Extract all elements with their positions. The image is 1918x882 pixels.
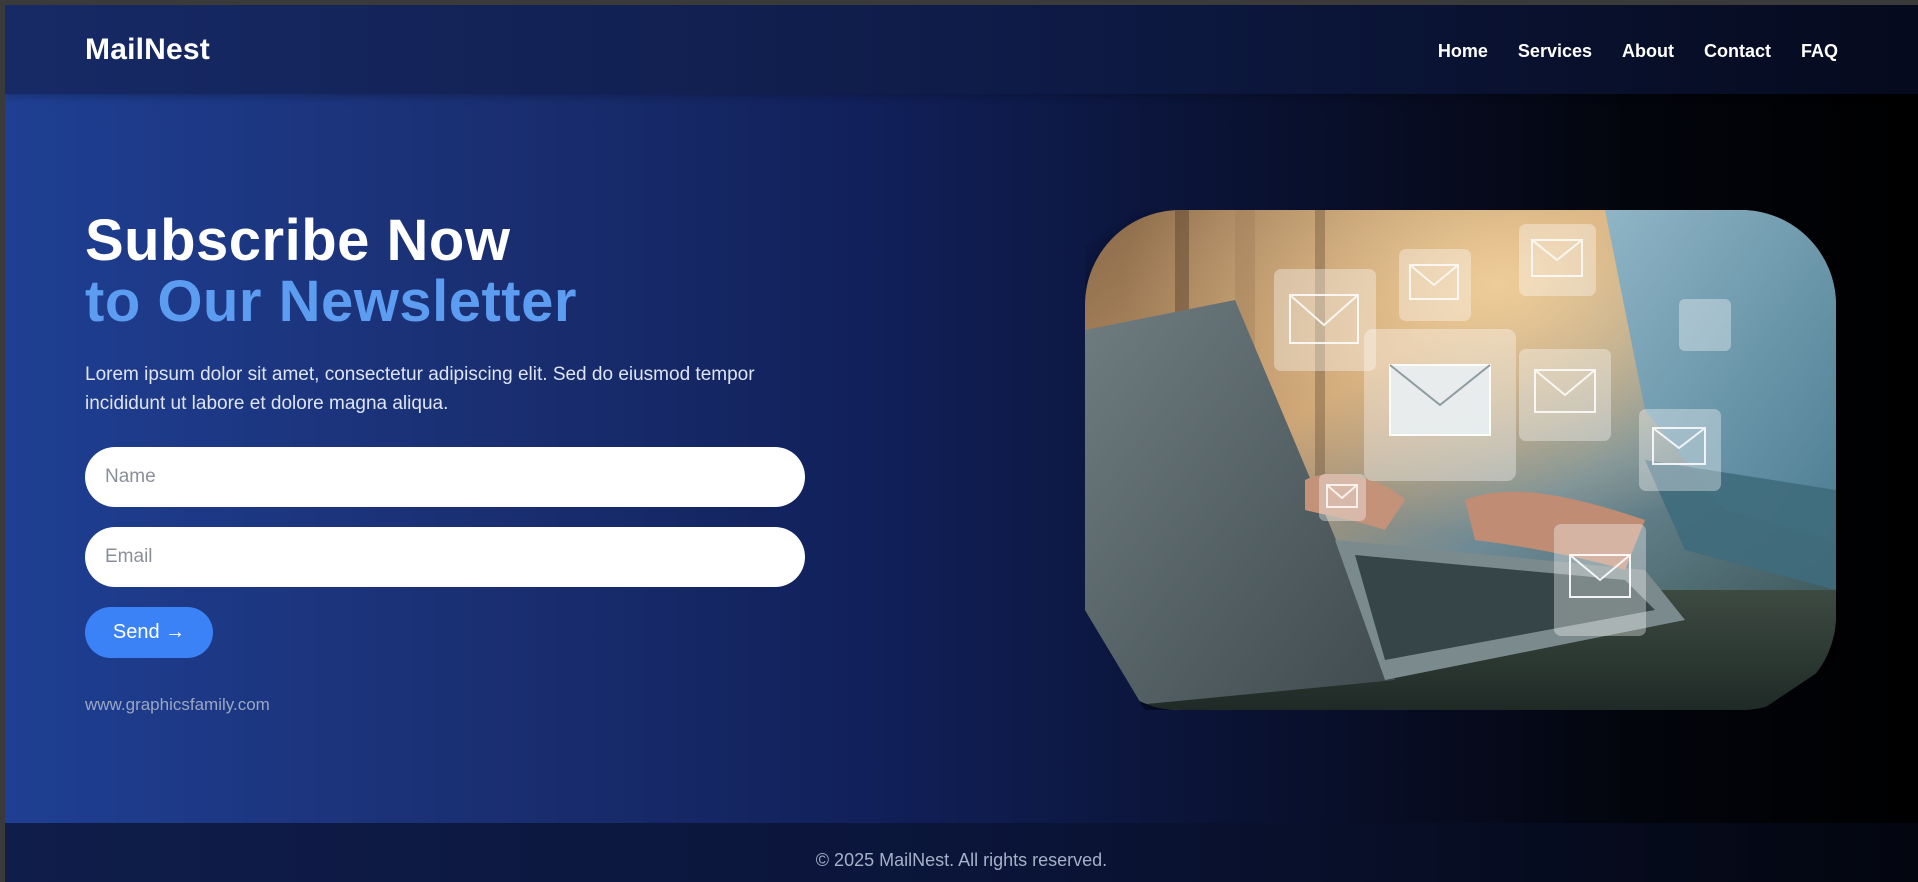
- hero-description: Lorem ipsum dolor sit amet, consectetur …: [85, 364, 755, 414]
- email-input[interactable]: [85, 527, 805, 587]
- nav-link-services[interactable]: Services: [1518, 41, 1592, 62]
- nav-link-contact[interactable]: Contact: [1704, 41, 1771, 62]
- page-footer: © 2025 MailNest. All rights reserved.: [5, 823, 1918, 882]
- hero-title-line-1: Subscribe Now: [85, 208, 511, 273]
- brand-logo[interactable]: MailNest: [85, 33, 210, 67]
- copyright-text: © 2025 MailNest. All rights reserved.: [815, 850, 1108, 870]
- send-button[interactable]: Send →: [85, 607, 213, 658]
- laptop-with-floating-envelopes-image: [1085, 210, 1836, 710]
- name-input[interactable]: [85, 447, 805, 507]
- nav-link-home[interactable]: Home: [1438, 41, 1488, 62]
- credit-link[interactable]: www.graphicsfamily.com: [85, 695, 270, 715]
- nav-link-about[interactable]: About: [1622, 41, 1674, 62]
- hero-title: Subscribe Now to Our Newsletter: [85, 210, 577, 332]
- top-navbar: MailNest Home Services About Contact FAQ: [5, 5, 1918, 94]
- page-frame: MailNest Home Services About Contact FAQ…: [5, 5, 1918, 882]
- nav-link-faq[interactable]: FAQ: [1801, 41, 1838, 62]
- hero-title-line-2: to Our Newsletter: [85, 269, 577, 334]
- main-nav: Home Services About Contact FAQ: [1438, 41, 1838, 62]
